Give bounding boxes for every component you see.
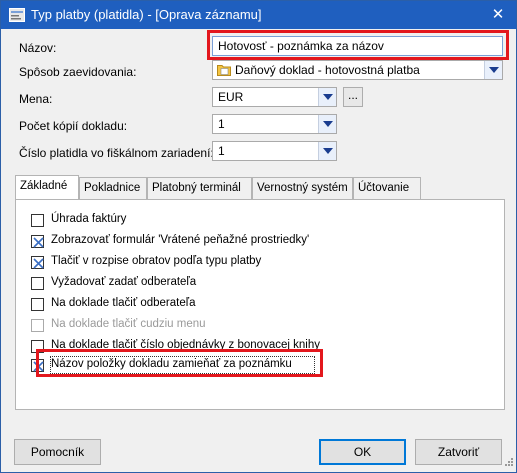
chevron-down-icon[interactable] <box>318 88 336 106</box>
checkbox <box>31 319 44 332</box>
sposob-value: Daňový doklad - hotovostná platba <box>235 63 420 77</box>
checkbox-label: Na doklade tlačiť odberateľa <box>51 297 196 309</box>
mena-value: EUR <box>218 90 244 104</box>
app-icon <box>9 8 25 22</box>
checkbox[interactable] <box>31 277 44 290</box>
tab-vernostny-system[interactable]: Vernostný systém <box>252 177 353 200</box>
help-button[interactable]: Pomocník <box>14 439 101 465</box>
tab-uctovanie[interactable]: Účtovanie <box>353 177 421 200</box>
pocet-kopii-value: 1 <box>218 117 225 131</box>
chevron-down-icon[interactable] <box>318 142 336 160</box>
checkbox[interactable] <box>31 235 44 248</box>
folder-document-icon <box>217 63 231 79</box>
checkbox-label: Tlačiť v rozpise obratov podľa typu plat… <box>51 255 262 267</box>
checkbox-label: Úhrada faktúry <box>51 213 127 225</box>
checkbox[interactable] <box>31 214 44 227</box>
cislo-platidla-value: 1 <box>218 144 225 158</box>
checkbox-label: Na doklade tlačiť cudziu menu <box>51 318 206 330</box>
chevron-down-icon[interactable] <box>318 115 336 133</box>
highlight-box <box>207 30 509 60</box>
sposob-select[interactable]: Daňový doklad - hotovostná platba <box>212 60 503 80</box>
nazov-label: Názov: <box>19 41 57 55</box>
checkbox[interactable] <box>31 256 44 269</box>
pocet-kopii-label: Počet kópií dokladu: <box>19 119 128 133</box>
mena-browse-button[interactable]: ... <box>343 87 363 107</box>
window-title: Typ platby (platidla) - [Oprava záznamu] <box>31 7 262 22</box>
resize-grip-icon[interactable] <box>504 456 514 470</box>
checkbox[interactable] <box>31 298 44 311</box>
tab-zakladne[interactable]: Základné <box>15 175 79 199</box>
tab-platobny-terminal[interactable]: Platobný terminál <box>147 177 252 200</box>
close-icon[interactable]: ✕ <box>486 4 510 26</box>
title-bar: Typ platby (platidla) - [Oprava záznamu]… <box>1 1 516 29</box>
close-button[interactable]: Zatvoriť <box>415 439 502 465</box>
mena-select[interactable]: EUR <box>212 87 337 107</box>
tab-pokladnice[interactable]: Pokladnice <box>79 177 147 200</box>
sposob-label: Spôsob zaevidovania: <box>19 65 137 79</box>
mena-label: Mena: <box>19 92 53 106</box>
checkbox-label: Zobrazovať formulár 'Vrátené peňažné pro… <box>51 234 310 246</box>
dialog-window: Typ platby (platidla) - [Oprava záznamu]… <box>0 0 517 473</box>
cislo-platidla-label: Číslo platidla vo fiškálnom zariadení: <box>19 146 214 160</box>
checkbox-label: Vyžadovať zadať odberateľa <box>51 276 197 288</box>
pocet-kopii-select[interactable]: 1 <box>212 114 337 134</box>
highlight-box <box>36 349 323 377</box>
chevron-down-icon[interactable] <box>484 61 502 79</box>
cislo-platidla-select[interactable]: 1 <box>212 141 337 161</box>
ok-button[interactable]: OK <box>319 439 406 465</box>
